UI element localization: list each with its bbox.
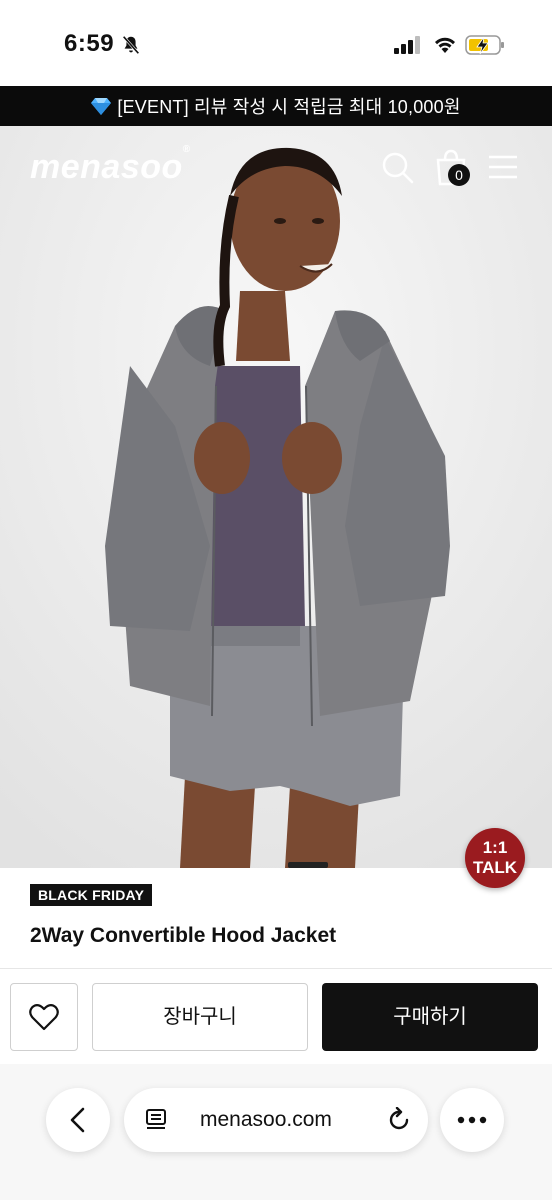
buy-now-button[interactable]: 구매하기: [322, 983, 538, 1051]
purchase-action-bar: 장바구니 구매하기: [0, 968, 552, 1064]
product-hero-image[interactable]: menasoo® 0: [0, 126, 552, 868]
product-title: 2Way Convertible Hood Jacket: [30, 924, 337, 947]
chat-line1: 1:1: [482, 838, 508, 857]
url-text: menasoo.com: [200, 1108, 332, 1131]
brand-logo-mark: ®: [182, 143, 191, 155]
address-bar[interactable]: menasoo.com: [124, 1088, 428, 1152]
more-button[interactable]: [440, 1088, 504, 1152]
carousel-indicator: [288, 862, 328, 868]
brand-logo-text: menasoo: [30, 148, 183, 186]
event-banner-text: [EVENT] 리뷰 작성 시 적립금 최대 10,000원: [117, 97, 461, 117]
wifi-icon: [435, 37, 455, 53]
chevron-left-icon: [70, 1107, 85, 1133]
chat-talk-button[interactable]: 1:1 TALK: [465, 828, 525, 888]
reload-icon[interactable]: [386, 1107, 412, 1133]
wishlist-button[interactable]: [10, 983, 78, 1051]
add-to-cart-button[interactable]: 장바구니: [92, 983, 308, 1051]
status-time: 6:59: [64, 30, 115, 57]
browser-toolbar: menasoo.com: [0, 1064, 552, 1200]
chat-line2: TALK: [472, 858, 518, 877]
signal-icon: [394, 36, 420, 54]
page-icon[interactable]: [144, 1108, 168, 1132]
heart-outline-icon: [29, 1004, 59, 1031]
menu-icon[interactable]: [488, 154, 518, 180]
back-button[interactable]: [46, 1088, 110, 1152]
more-icon: [457, 1116, 487, 1124]
phone-screen: 6:59 [EVENT] 리뷰 작성 시 적립금 최대 10,000원 mena…: [0, 0, 552, 1200]
model-photo: [0, 126, 552, 868]
bell-slash-icon: [122, 35, 140, 55]
event-banner[interactable]: [EVENT] 리뷰 작성 시 적립금 최대 10,000원: [0, 86, 552, 126]
product-info: BLACK FRIDAY 2Way Convertible Hood Jacke…: [0, 868, 552, 968]
search-icon[interactable]: [380, 150, 414, 184]
gem-icon: [91, 98, 112, 115]
brand-logo[interactable]: menasoo®: [30, 144, 191, 187]
status-bar: 6:59: [0, 0, 552, 86]
promo-badge: BLACK FRIDAY: [30, 884, 153, 906]
cart-count-badge: 0: [448, 164, 470, 186]
battery-charging-icon: [465, 35, 504, 55]
